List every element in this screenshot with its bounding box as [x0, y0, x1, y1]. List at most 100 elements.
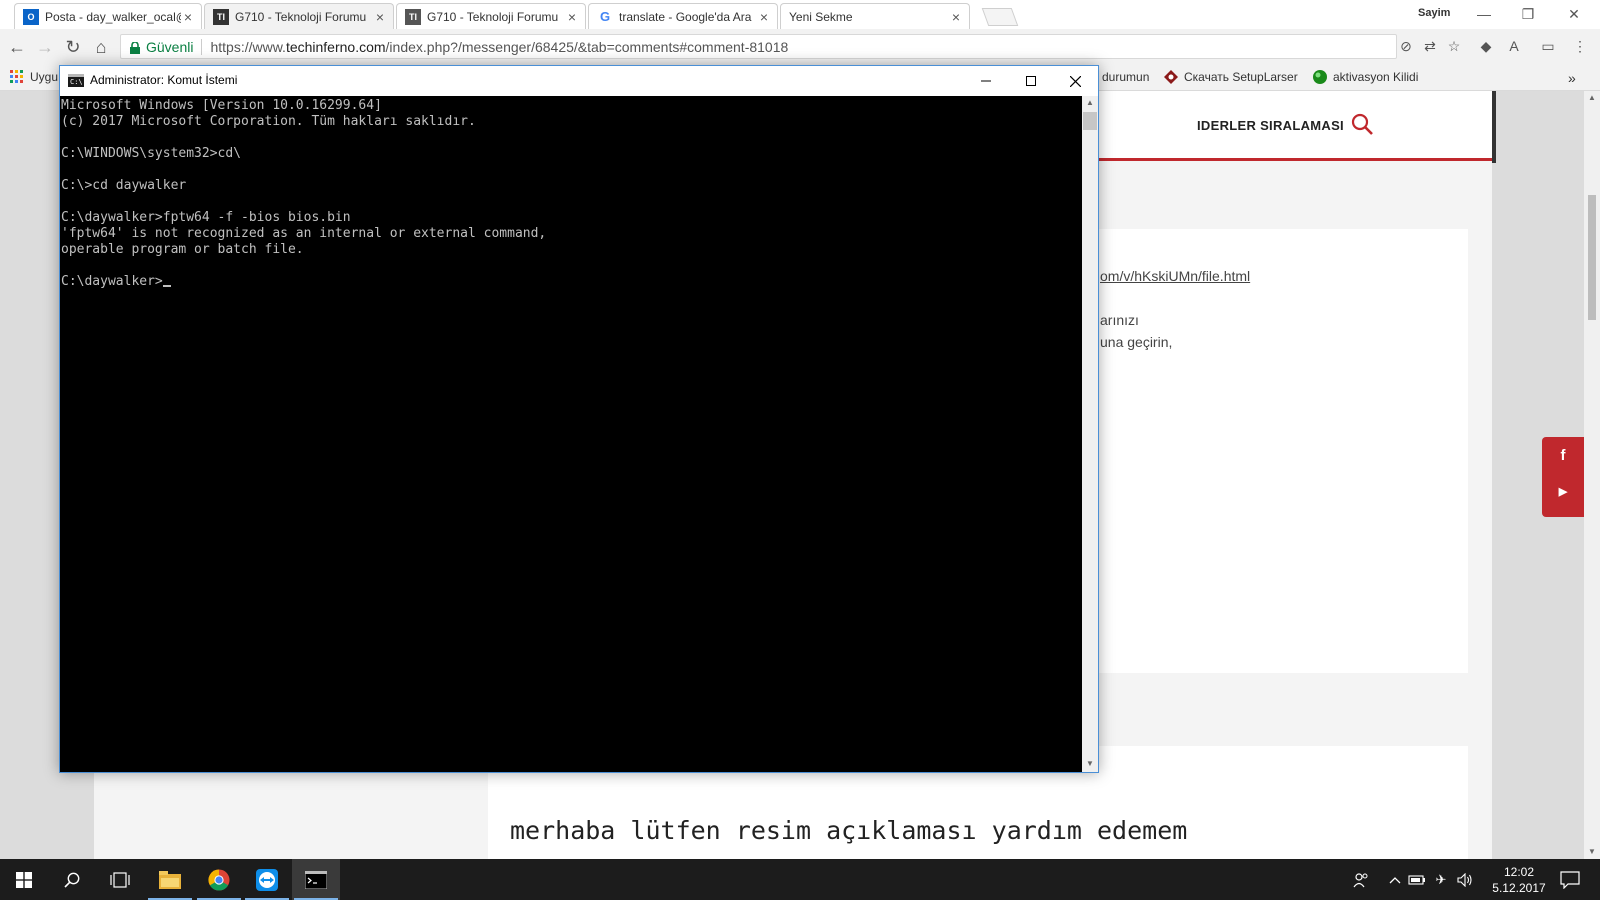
new-tab-button[interactable]	[981, 8, 1019, 26]
close-icon[interactable]: ×	[565, 9, 579, 25]
setup-icon	[1164, 70, 1178, 84]
translate-icon[interactable]: ⇄	[1421, 37, 1439, 55]
scroll-up-icon[interactable]: ▲	[1584, 91, 1600, 105]
cmd-console[interactable]: Microsoft Windows [Version 10.0.16299.64…	[60, 96, 1082, 772]
bookmark-label: durumun	[1102, 70, 1150, 84]
close-icon	[1070, 75, 1081, 87]
google-icon: G	[599, 9, 611, 24]
address-bar[interactable]: Güvenli https://www.techinferno.com/inde…	[120, 34, 1397, 59]
youtube-icon[interactable]: ▶	[1542, 485, 1584, 498]
clock-time: 12:02	[1503, 865, 1535, 879]
airplane-mode-icon[interactable]: ✈	[1432, 871, 1450, 889]
bookmark-apps[interactable]: Uygu	[10, 70, 58, 84]
taskbar-search-button[interactable]	[48, 859, 96, 900]
taskbar-file-explorer[interactable]	[146, 859, 194, 900]
task-view-icon	[110, 871, 130, 888]
reload-icon[interactable]: ↻	[62, 36, 84, 58]
cmd-cursor	[162, 285, 171, 287]
close-icon[interactable]: ×	[757, 9, 771, 25]
tab-new-tab[interactable]: Yeni Sekme ×	[780, 3, 970, 29]
facebook-icon[interactable]: f	[1542, 447, 1584, 464]
cmd-scrollbar[interactable]: ▲ ▼	[1082, 96, 1098, 772]
cmd-prompt-line[interactable]: C:\daywalker>	[61, 274, 171, 290]
cookie-blocked-icon[interactable]: ⊘	[1397, 37, 1415, 55]
minimize-icon	[980, 80, 991, 82]
taskbar: ✈ 12:02 5.12.2017	[0, 859, 1600, 900]
url-host: techinferno.com	[285, 38, 386, 55]
techinferno-icon: TI	[405, 8, 421, 25]
task-view-button[interactable]	[96, 859, 144, 900]
search-icon	[64, 872, 80, 888]
outlook-icon: O	[23, 8, 39, 25]
tab-title: Posta - day_walker_ocal@	[45, 9, 181, 24]
maximize-icon	[1025, 76, 1036, 86]
cmd-window[interactable]: C:\ Administrator: Komut İstemi Microsof…	[59, 65, 1099, 773]
close-window-icon[interactable]: ✕	[1552, 2, 1596, 26]
chrome-icon	[208, 869, 230, 891]
scroll-thumb[interactable]	[1588, 195, 1596, 320]
tab-g710-forum[interactable]: TI G710 - Teknoloji Forumu ×	[396, 3, 586, 29]
scroll-thumb[interactable]	[1083, 112, 1097, 130]
action-center-icon[interactable]	[1555, 869, 1585, 891]
tab-outlook-mail[interactable]: O Posta - day_walker_ocal@ ×	[14, 3, 202, 29]
taskbar-teamviewer[interactable]	[243, 859, 291, 900]
people-icon[interactable]	[1352, 871, 1370, 889]
forward-icon[interactable]: →	[34, 36, 56, 58]
more-bookmarks-icon[interactable]: »	[1568, 70, 1576, 86]
cmd-close-button[interactable]	[1053, 66, 1098, 96]
volume-icon[interactable]	[1456, 871, 1474, 889]
minimize-icon[interactable]: —	[1462, 2, 1506, 26]
secure-label: Güvenli	[146, 38, 194, 55]
profile-name[interactable]: Sayim	[1418, 7, 1450, 19]
url-prefix: https://www.	[210, 38, 286, 55]
back-icon[interactable]: ←	[6, 36, 28, 58]
bookmark-label: aktivasyon Kilidi	[1333, 70, 1419, 84]
apps-grid-icon	[10, 70, 23, 83]
close-icon[interactable]: ×	[373, 9, 387, 25]
cmd-titlebar[interactable]: C:\ Administrator: Komut İstemi	[60, 66, 1098, 96]
browser-toolbar: ← → ↻ ⌂ Güvenli https://www.techinferno.…	[0, 29, 1600, 65]
restore-icon[interactable]: ❐	[1506, 2, 1550, 26]
extension-icon[interactable]: ◆	[1477, 37, 1495, 55]
start-button[interactable]	[0, 859, 48, 900]
windows-start-icon	[16, 871, 32, 888]
cast-icon[interactable]: ▭	[1539, 37, 1557, 55]
close-icon[interactable]: ×	[181, 9, 195, 25]
social-bar: f ▶	[1542, 437, 1584, 517]
bookmark-label: Uygu	[30, 70, 59, 84]
cmd-maximize-button[interactable]	[1008, 66, 1053, 96]
taskbar-chrome[interactable]	[195, 859, 243, 900]
bookmark-aktivasyon[interactable]: aktivasyon Kilidi	[1313, 70, 1418, 84]
scroll-down-icon[interactable]: ▼	[1082, 757, 1098, 771]
tab-g710-forum-active[interactable]: TI G710 - Teknoloji Forumu ×	[204, 3, 394, 29]
clock-date: 5.12.2017	[1492, 881, 1546, 895]
battery-icon[interactable]	[1408, 871, 1426, 889]
tab-google-search[interactable]: G translate - Google'da Ara ×	[588, 3, 778, 29]
font-extension-icon[interactable]: A	[1505, 37, 1523, 55]
close-icon[interactable]: ×	[949, 9, 963, 25]
cmd-minimize-button[interactable]	[963, 66, 1008, 96]
home-icon[interactable]: ⌂	[90, 36, 112, 58]
tab-title: translate - Google'da Ara	[619, 9, 752, 24]
nav-leaders-link[interactable]: IDERLER SIRALAMASI	[1197, 118, 1344, 133]
bookmark-setuplarser[interactable]: Скачать SetupLarser	[1164, 70, 1298, 84]
page-scrollbar[interactable]: ▲ ▼	[1584, 91, 1600, 859]
search-icon[interactable]	[1351, 113, 1373, 135]
bookmark-star-icon[interactable]: ☆	[1445, 37, 1463, 55]
show-hidden-icons-chevron[interactable]	[1386, 871, 1404, 889]
scroll-up-icon[interactable]: ▲	[1082, 96, 1098, 110]
scroll-down-icon[interactable]: ▼	[1584, 845, 1600, 859]
taskbar-cmd[interactable]	[292, 859, 340, 900]
divider	[201, 38, 203, 55]
url-path: /index.php?/messenger/68425/&tab=comment…	[385, 38, 789, 55]
comment-text: una geçirin,	[1100, 334, 1173, 350]
comment-text: arınızı	[1100, 312, 1139, 328]
menu-icon[interactable]: ⋮	[1571, 37, 1589, 55]
system-clock[interactable]: 12:02 5.12.2017	[1488, 864, 1550, 896]
file-explorer-icon	[159, 870, 181, 889]
teamviewer-icon	[256, 868, 278, 891]
reply-text: merhaba lütfen resim açıklaması yardım e…	[510, 816, 1188, 845]
url-text: https://www.techinferno.com/index.php?/m…	[210, 39, 788, 55]
file-link[interactable]: om/v/hKskiUMn/file.html	[1100, 268, 1250, 284]
bookmark-durumun[interactable]: durumun	[1102, 70, 1149, 84]
